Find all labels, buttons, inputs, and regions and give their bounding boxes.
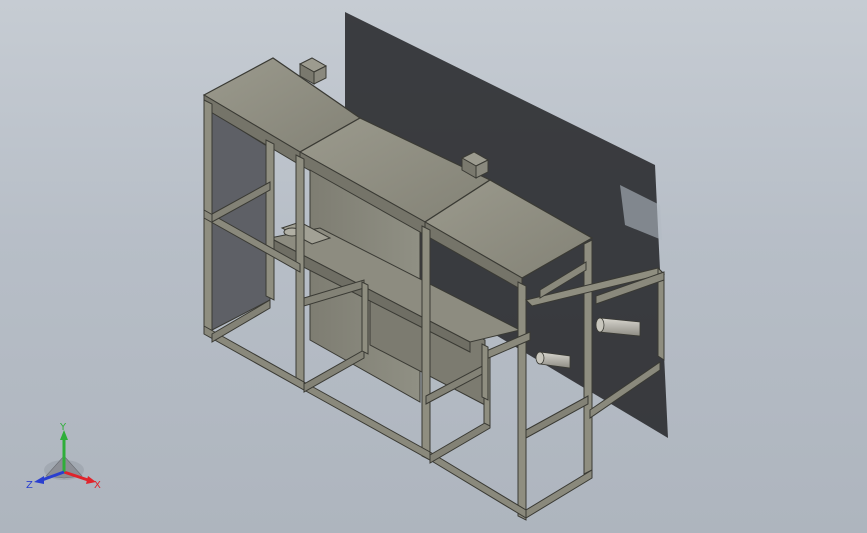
graphics-viewport[interactable]: Y X Z [0,0,867,533]
x-axis-label: X [94,480,101,491]
cad-model-view[interactable] [0,0,867,533]
coordinate-triad: Y X Z [26,422,101,491]
y-axis-label: Y [59,422,67,433]
z-axis-label: Z [26,480,33,491]
